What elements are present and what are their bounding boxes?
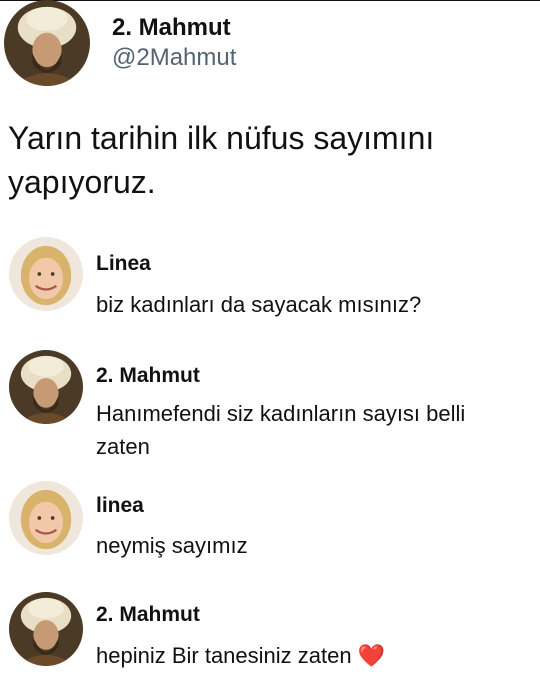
top-divider — [0, 0, 540, 1]
sultan-avatar-icon[interactable] — [9, 592, 83, 666]
reply-author-name[interactable]: linea — [96, 494, 144, 518]
post-author-handle[interactable]: @2Mahmut — [112, 44, 236, 72]
reply-author-name[interactable]: Linea — [96, 252, 151, 276]
reply-author-name[interactable]: 2. Mahmut — [96, 364, 200, 388]
reply-text: neymiş sayımız — [96, 533, 248, 558]
reply-text-content: hepiniz Bir tanesiniz zaten — [96, 643, 352, 668]
reply-text: biz kadınları da sayacak mısınız? — [96, 292, 422, 317]
sultan-avatar-icon[interactable] — [9, 350, 83, 424]
sultan-avatar-icon[interactable] — [4, 0, 90, 86]
heart-emoji-icon: ❤️ — [357, 643, 386, 668]
woman-avatar-icon[interactable] — [9, 481, 83, 555]
reply-text: Hanımefendi siz kadınların sayısı belli … — [96, 401, 466, 459]
reply-text: hepiniz Bir tanesiniz zaten ❤️ — [96, 639, 516, 672]
reply-author-name[interactable]: 2. Mahmut — [96, 603, 200, 627]
post-author-name[interactable]: 2. Mahmut — [112, 14, 231, 42]
post-text: Yarın tarihin ilk nüfus sayımını yapıyor… — [8, 120, 435, 200]
woman-avatar-icon[interactable] — [9, 237, 83, 311]
